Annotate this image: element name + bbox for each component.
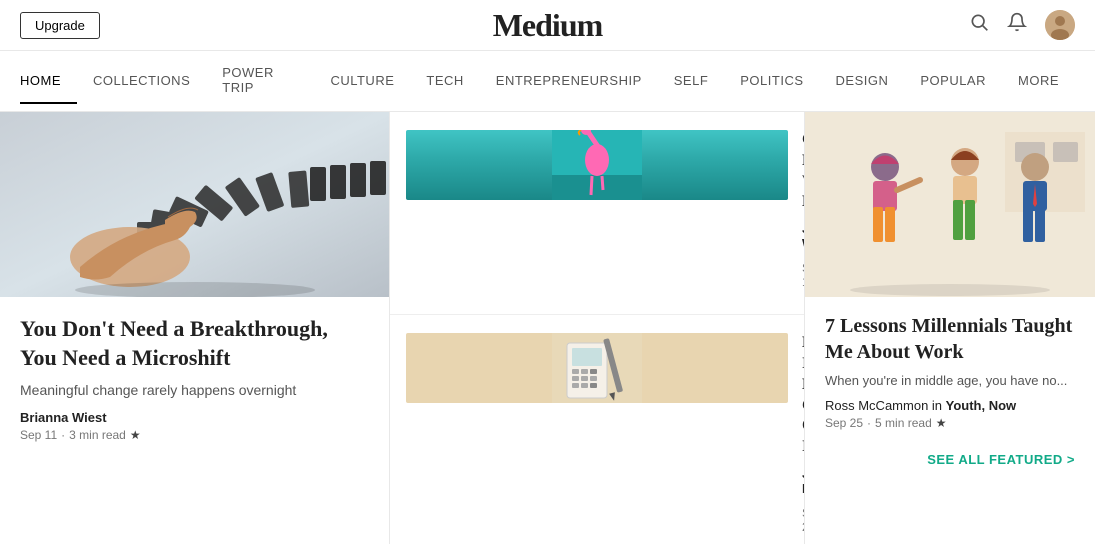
nav-item-power-trip[interactable]: POWER TRIP (206, 51, 314, 111)
avatar[interactable] (1045, 10, 1075, 40)
left-article-meta: Sep 11 · 3 min read ★ (20, 428, 369, 442)
nav-item-popular[interactable]: POPULAR (904, 59, 1002, 104)
nav-item-home[interactable]: HOME (20, 59, 77, 104)
bookmark-icon-right[interactable]: ★ (936, 416, 947, 430)
right-article-meta: Sep 25 · 5 min read ★ (825, 416, 1075, 430)
header: Upgrade Medium (0, 0, 1095, 51)
main-nav: HOME COLLECTIONS POWER TRIP CULTURE TECH… (0, 51, 1095, 112)
header-left: Upgrade (20, 12, 100, 39)
see-all-featured: SEE ALL FEATURED > (805, 440, 1095, 479)
article-thumb-blockchain[interactable] (406, 333, 788, 403)
bookmark-icon[interactable]: ★ (130, 428, 141, 442)
search-icon[interactable] (969, 12, 989, 38)
nav-item-culture[interactable]: CULTURE (314, 59, 410, 104)
upgrade-button[interactable]: Upgrade (20, 12, 100, 39)
see-all-featured-link[interactable]: SEE ALL FEATURED > (927, 452, 1075, 467)
main-content: You Don't Need a Breakthrough, You Need … (0, 112, 1095, 544)
right-article-author[interactable]: Ross McCammon in Youth, Now (825, 398, 1075, 413)
right-article-title[interactable]: 7 Lessons Millennials Taught Me About Wo… (825, 313, 1075, 365)
left-article-title[interactable]: You Don't Need a Breakthrough, You Need … (20, 315, 369, 372)
nav-item-self[interactable]: SELF (658, 59, 725, 104)
right-article-info: 7 Lessons Millennials Taught Me About Wo… (805, 297, 1095, 440)
nav-item-collections[interactable]: COLLECTIONS (77, 59, 206, 104)
center-article-1: Can You Enjoy Work Too Much? Jessica Wil… (390, 112, 804, 315)
center-article-2: Blockchain Is About to Destroy a Centuri… (390, 315, 804, 544)
nav-item-entrepreneurship[interactable]: ENTREPRENEURSHIP (480, 59, 658, 104)
left-article-info: You Don't Need a Breakthrough, You Need … (0, 297, 389, 452)
right-featured-image[interactable] (805, 112, 1095, 297)
article-thumb-flamingo[interactable] (406, 130, 788, 200)
site-logo: Medium (493, 7, 603, 44)
left-article-subtitle: Meaningful change rarely happens overnig… (20, 382, 369, 398)
right-article-subtitle: When you're in middle age, you have no..… (825, 373, 1075, 388)
header-right (969, 10, 1075, 40)
nav-item-design[interactable]: DESIGN (820, 59, 905, 104)
left-column: You Don't Need a Breakthrough, You Need … (0, 112, 390, 544)
nav-item-more[interactable]: MORE (1002, 59, 1075, 104)
left-featured-image[interactable] (0, 112, 389, 297)
notification-icon[interactable] (1007, 12, 1027, 38)
center-column: Can You Enjoy Work Too Much? Jessica Wil… (390, 112, 805, 544)
nav-item-politics[interactable]: POLITICS (724, 59, 819, 104)
right-column: 7 Lessons Millennials Taught Me About Wo… (805, 112, 1095, 544)
left-article-author[interactable]: Brianna Wiest (20, 410, 369, 425)
nav-item-tech[interactable]: TECH (410, 59, 479, 104)
